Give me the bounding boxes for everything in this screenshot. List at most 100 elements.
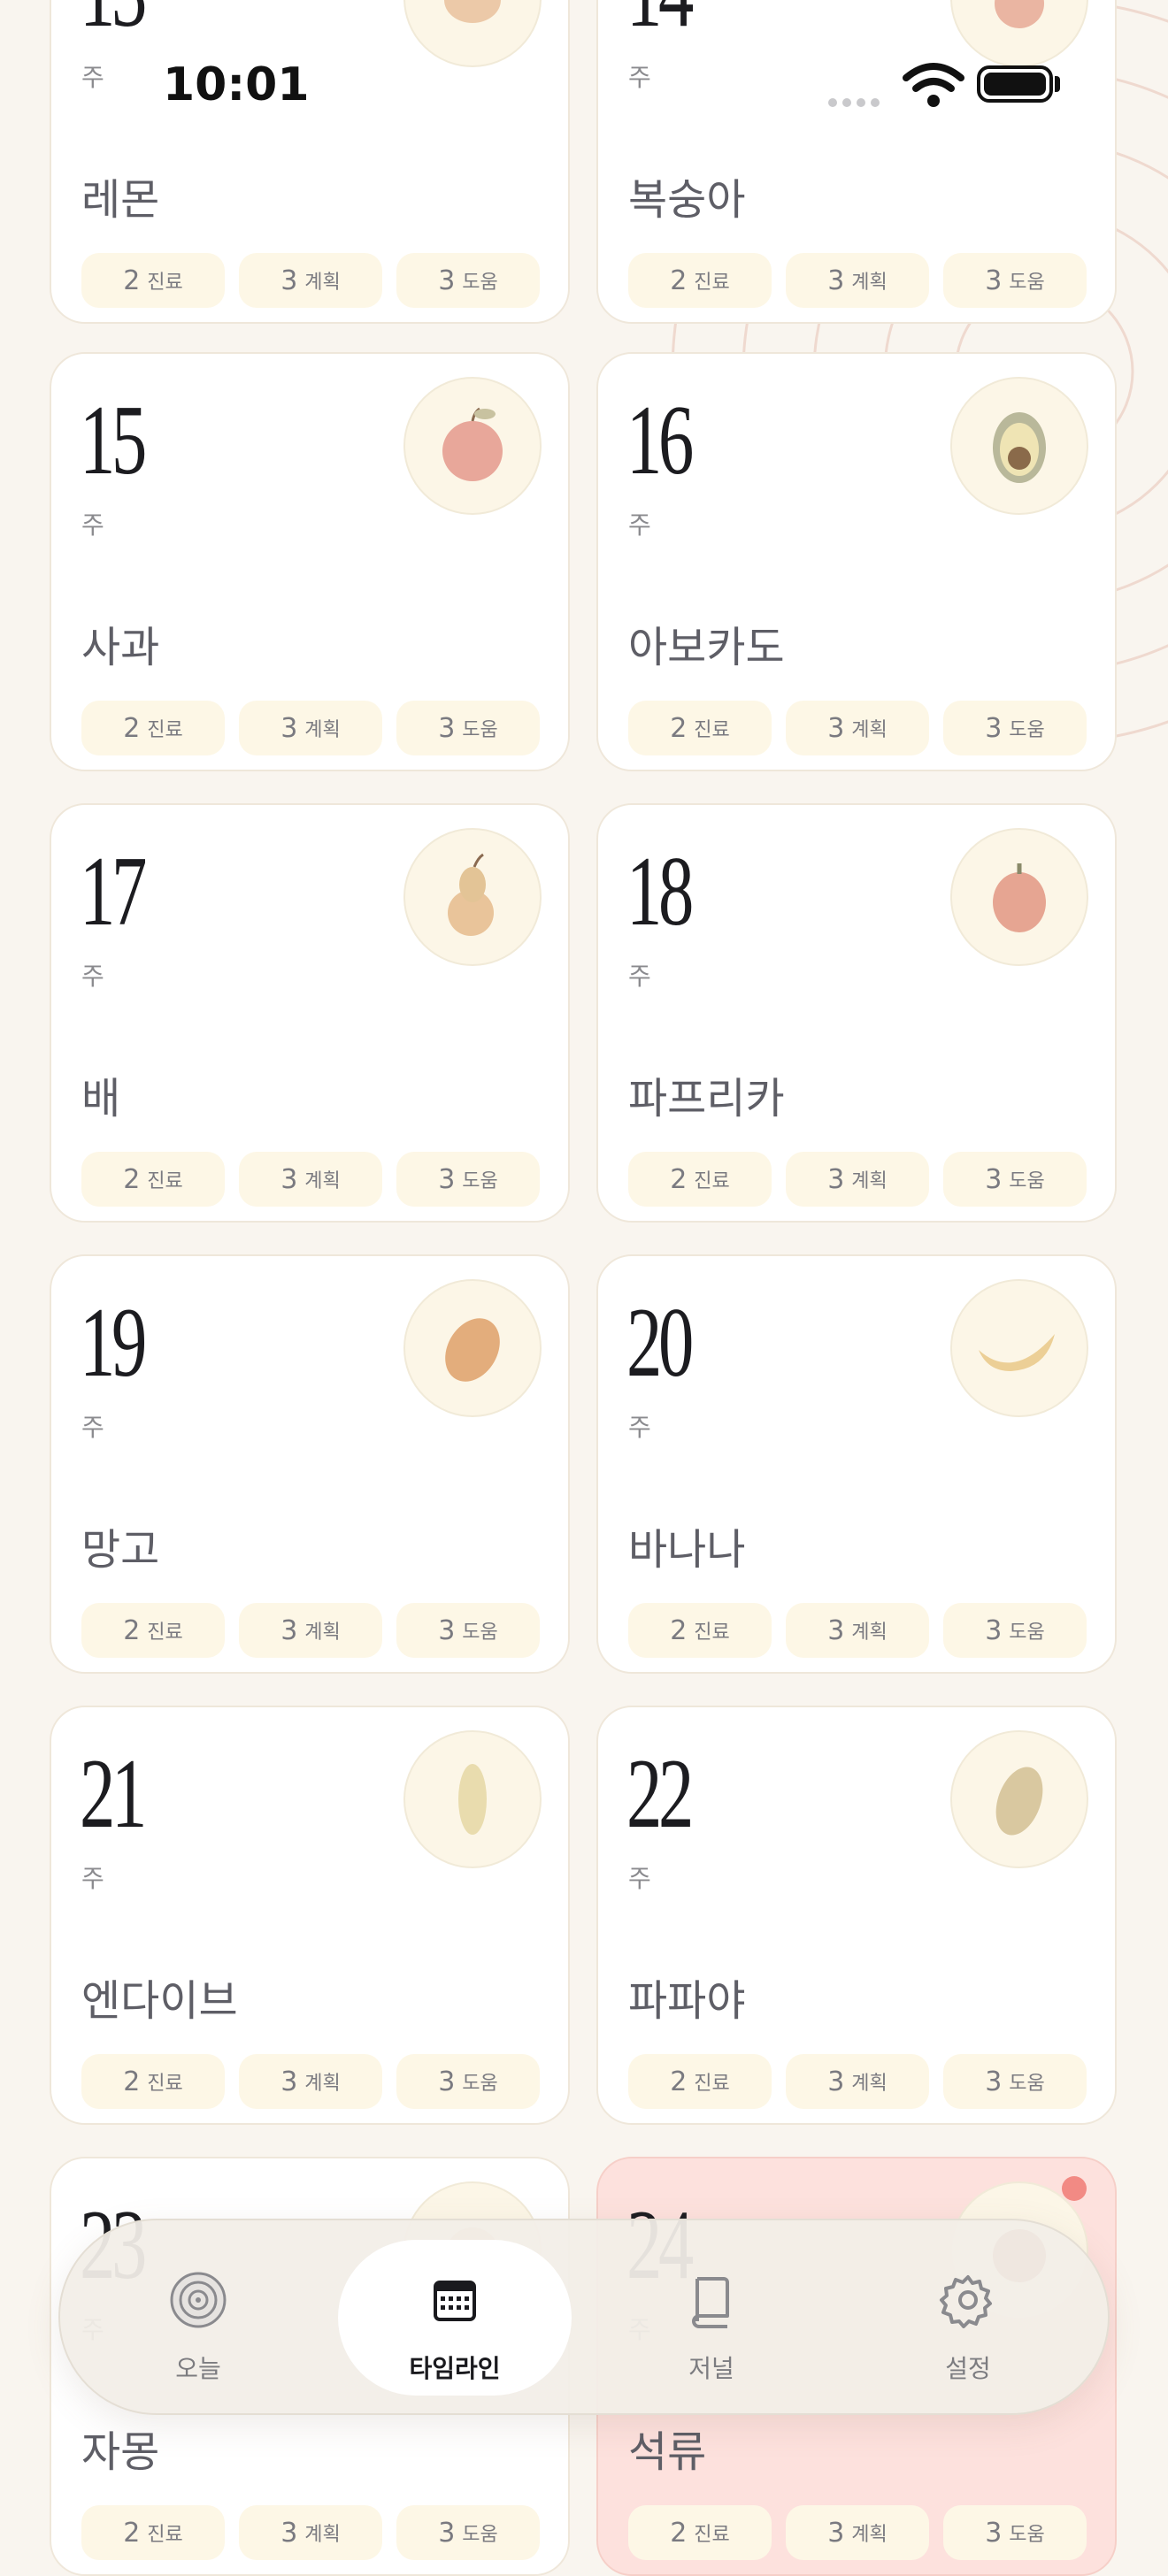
notification-dot <box>1062 2176 1087 2201</box>
week-unit: 주 <box>81 1413 104 1442</box>
paprika-icon <box>993 863 1046 932</box>
treatment-pill[interactable]: 2 진료 <box>628 1152 772 1207</box>
tab-timeline-label: 타임라인 <box>409 2354 501 2383</box>
week-unit: 주 <box>81 510 104 540</box>
treatment-pill[interactable]: 2 진료 <box>628 1603 772 1658</box>
week-card[interactable]: 18 주 파프리카 2 진료 3 계획 3 도움 <box>596 803 1117 1223</box>
treatment-pill[interactable]: 2 진료 <box>81 253 225 308</box>
fruit-illustration <box>403 377 542 515</box>
treatment-pill[interactable]: 2 진료 <box>81 2054 225 2109</box>
fruit-name: 자몽 <box>81 2427 160 2477</box>
week-number: 16 <box>626 386 694 495</box>
week-unit: 주 <box>628 1413 651 1442</box>
treatment-pill[interactable]: 2 진료 <box>81 1152 225 1207</box>
tab-journal[interactable]: 저널 <box>595 2240 828 2396</box>
fruit-illustration <box>403 828 542 966</box>
help-pill[interactable]: 3 도움 <box>943 2505 1087 2560</box>
tab-today[interactable]: 오늘 <box>81 2240 315 2396</box>
book-icon <box>692 2277 729 2328</box>
help-pill[interactable]: 3 도움 <box>396 1603 540 1658</box>
treatment-pill[interactable]: 2 진료 <box>628 701 772 755</box>
week-unit: 주 <box>628 962 651 991</box>
help-pill[interactable]: 3 도움 <box>396 2054 540 2109</box>
week-unit: 주 <box>81 1864 104 1893</box>
fruit-name: 사과 <box>81 623 160 672</box>
fruit-name: 복숭아 <box>628 175 746 225</box>
help-pill[interactable]: 3 도움 <box>943 1152 1087 1207</box>
plan-pill[interactable]: 3 계획 <box>786 2505 929 2560</box>
plan-pill[interactable]: 3 계획 <box>786 701 929 755</box>
week-card[interactable]: 19 주 망고 2 진료 3 계획 3 도움 <box>50 1254 570 1674</box>
papaya-icon <box>995 1767 1043 1836</box>
tab-journal-label: 저널 <box>688 2354 734 2383</box>
treatment-pill[interactable]: 2 진료 <box>628 2054 772 2109</box>
week-card[interactable]: 20 주 바나나 2 진료 3 계획 3 도움 <box>596 1254 1117 1674</box>
endive-icon <box>458 1764 487 1835</box>
plan-pill[interactable]: 3 계획 <box>239 1603 382 1658</box>
apple-icon <box>442 407 503 481</box>
week-number: 17 <box>80 837 147 947</box>
fruit-name: 배 <box>81 1074 121 1123</box>
status-time: 10:01 <box>163 58 310 111</box>
week-unit: 주 <box>81 962 104 991</box>
fruit-illustration <box>950 377 1088 515</box>
calendar-icon <box>434 2281 476 2321</box>
fruit-illustration <box>950 1279 1088 1417</box>
help-pill[interactable]: 3 도움 <box>943 1603 1087 1658</box>
plan-pill[interactable]: 3 계획 <box>239 2505 382 2560</box>
treatment-pill[interactable]: 2 진료 <box>628 253 772 308</box>
week-number: 20 <box>626 1288 694 1398</box>
fruit-name: 레몬 <box>81 175 160 225</box>
battery-icon <box>977 65 1053 103</box>
treatment-pill[interactable]: 2 진료 <box>81 2505 225 2560</box>
week-card[interactable]: 22 주 파파야 2 진료 3 계획 3 도움 <box>596 1706 1117 2125</box>
fruit-illustration <box>950 828 1088 966</box>
week-card[interactable]: 21 주 엔다이브 2 진료 3 계획 3 도움 <box>50 1706 570 2125</box>
help-pill[interactable]: 3 도움 <box>943 701 1087 755</box>
help-pill[interactable]: 3 도움 <box>943 2054 1087 2109</box>
treatment-pill[interactable]: 2 진료 <box>628 2505 772 2560</box>
week-card[interactable]: 17 주 배 2 진료 3 계획 3 도움 <box>50 803 570 1223</box>
plan-pill[interactable]: 3 계획 <box>239 2054 382 2109</box>
plan-pill[interactable]: 3 계획 <box>786 253 929 308</box>
gear-icon <box>940 2275 992 2328</box>
tab-timeline[interactable]: 타임라인 <box>338 2240 572 2396</box>
fruit-name: 엔다이브 <box>81 1976 238 2026</box>
banana-icon <box>979 1334 1055 1371</box>
fruit-name: 파프리카 <box>628 1074 785 1123</box>
week-unit: 주 <box>628 1864 651 1893</box>
pear-icon <box>448 853 494 936</box>
help-pill[interactable]: 3 도움 <box>943 253 1087 308</box>
fruit-name: 석류 <box>628 2427 707 2477</box>
week-number: 15 <box>80 386 147 495</box>
help-pill[interactable]: 3 도움 <box>396 701 540 755</box>
avocado-icon <box>993 412 1046 483</box>
help-pill[interactable]: 3 도움 <box>396 253 540 308</box>
fruit-name: 아보카도 <box>628 623 785 672</box>
cellular-signal-icon <box>828 94 885 111</box>
week-card[interactable]: 15 주 사과 2 진료 3 계획 3 도움 <box>50 352 570 771</box>
plan-pill[interactable]: 3 계획 <box>239 701 382 755</box>
plan-pill[interactable]: 3 계획 <box>786 1603 929 1658</box>
help-pill[interactable]: 3 도움 <box>396 1152 540 1207</box>
fruit-illustration <box>403 1730 542 1868</box>
treatment-pill[interactable]: 2 진료 <box>81 701 225 755</box>
help-pill[interactable]: 3 도움 <box>396 2505 540 2560</box>
plan-pill[interactable]: 3 계획 <box>239 1152 382 1207</box>
week-card[interactable]: 16 주 아보카도 2 진료 3 계획 3 도움 <box>596 352 1117 771</box>
plan-pill[interactable]: 3 계획 <box>239 253 382 308</box>
treatment-pill[interactable]: 2 진료 <box>81 1603 225 1658</box>
week-number: 21 <box>80 1739 147 1849</box>
plan-pill[interactable]: 3 계획 <box>786 2054 929 2109</box>
fruit-illustration <box>950 1730 1088 1868</box>
tab-settings-label: 설정 <box>945 2354 991 2383</box>
fruit-name: 망고 <box>81 1525 160 1575</box>
tab-settings[interactable]: 설정 <box>851 2240 1085 2396</box>
week-unit: 주 <box>628 510 651 540</box>
mango-icon <box>445 1318 500 1382</box>
status-bar: 10:01 <box>0 0 1168 168</box>
plan-pill[interactable]: 3 계획 <box>786 1152 929 1207</box>
wifi-icon <box>903 63 964 107</box>
fruit-name: 바나나 <box>628 1525 746 1575</box>
week-number: 19 <box>80 1288 147 1398</box>
